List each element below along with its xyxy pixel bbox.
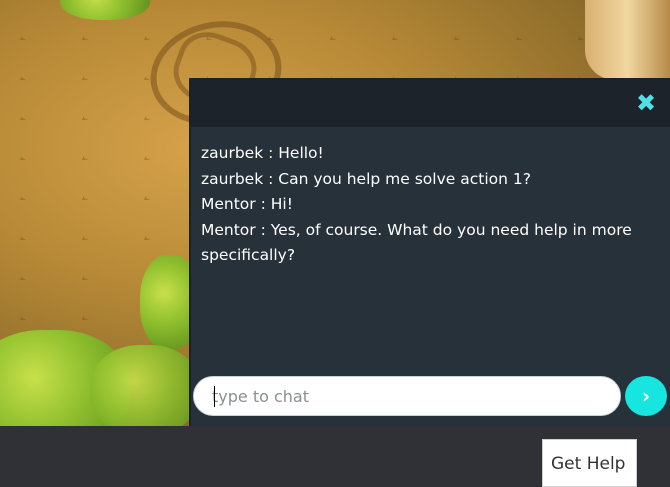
- text-caret: [214, 386, 215, 407]
- chat-header: ✖: [191, 80, 670, 127]
- chat-input[interactable]: [193, 376, 621, 416]
- chevron-right-icon: ›: [641, 384, 651, 408]
- chat-messages: zaurbek : Hello! zaurbek : Can you help …: [191, 127, 670, 269]
- chat-window: ✖ zaurbek : Hello! zaurbek : Can you hel…: [189, 78, 670, 426]
- chat-message: Mentor : Hi!: [201, 195, 293, 213]
- stone-pillar: [585, 0, 670, 80]
- close-icon[interactable]: ✖: [634, 91, 658, 115]
- grass-patch: [90, 345, 200, 426]
- chat-message: Mentor : Yes, of course. What do you nee…: [201, 220, 632, 265]
- chat-input-row: ›: [193, 376, 669, 418]
- get-help-button[interactable]: Get Help: [542, 439, 637, 487]
- send-button[interactable]: ›: [625, 376, 667, 416]
- chat-message: zaurbek : Hello!: [201, 144, 324, 162]
- chat-message: zaurbek : Can you help me solve action 1…: [201, 169, 531, 188]
